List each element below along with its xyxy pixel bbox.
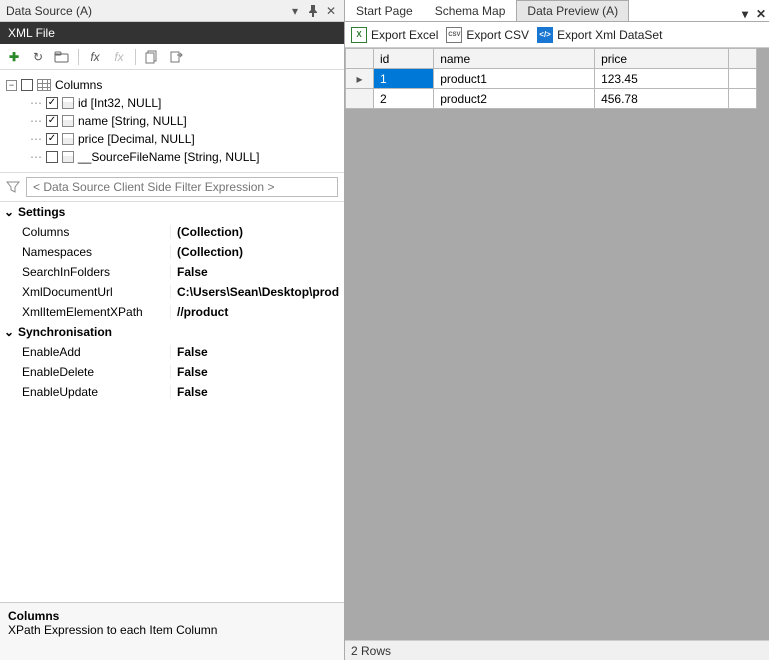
cell-price[interactable]: 456.78: [595, 89, 729, 109]
property-grid: ⌄Settings Columns(Collection) Namespaces…: [0, 202, 344, 602]
root-checkbox[interactable]: [21, 79, 33, 91]
pin-icon[interactable]: [306, 4, 320, 18]
column-label: id [Int32, NULL]: [78, 96, 161, 110]
table-icon: [37, 79, 51, 91]
columns-tree: − Columns ⋯ id [Int32, NULL] ⋯ name [Str…: [0, 70, 344, 172]
left-panel: Data Source (A) ▾ ✕ XML File ✚ ↻ fx fx −: [0, 0, 345, 660]
column-checkbox[interactable]: [46, 133, 58, 145]
table-row[interactable]: 2 product2 456.78: [346, 89, 757, 109]
col-header-price[interactable]: price: [595, 49, 729, 69]
cell-id[interactable]: 2: [374, 89, 434, 109]
help-box: Columns XPath Expression to each Item Co…: [0, 602, 344, 660]
export-icon[interactable]: [168, 49, 184, 65]
prop-row[interactable]: Namespaces(Collection): [0, 242, 344, 262]
prop-row[interactable]: EnableUpdateFalse: [0, 382, 344, 402]
left-toolbar: ✚ ↻ fx fx: [0, 44, 344, 70]
fx-icon[interactable]: fx: [87, 49, 103, 65]
column-icon: [62, 133, 74, 145]
row-count: 2 Rows: [351, 644, 391, 658]
add-column-icon[interactable]: ✚: [6, 49, 22, 65]
filter-input[interactable]: [26, 177, 338, 197]
tab-schema-map[interactable]: Schema Map: [424, 0, 517, 21]
column-label: __SourceFileName [String, NULL]: [78, 150, 259, 164]
cell-price[interactable]: 123.45: [595, 69, 729, 89]
export-xml-button[interactable]: </> Export Xml DataSet: [537, 27, 662, 43]
tab-data-preview[interactable]: Data Preview (A): [516, 0, 629, 21]
prop-row[interactable]: XmlDocumentUrlC:\Users\Sean\Desktop\prod: [0, 282, 344, 302]
dropdown-icon[interactable]: ▾: [288, 4, 302, 18]
close-icon[interactable]: ✕: [324, 4, 338, 18]
panel-title-text: Data Source (A): [6, 4, 92, 18]
column-icon: [62, 151, 74, 163]
tabs-dropdown-icon[interactable]: ▾: [737, 7, 753, 21]
col-header-extra[interactable]: [729, 49, 757, 69]
cell-id[interactable]: 1: [374, 69, 434, 89]
column-icon: [62, 115, 74, 127]
tree-item[interactable]: ⋯ price [Decimal, NULL]: [30, 130, 338, 148]
status-bar: 2 Rows: [345, 640, 769, 660]
sync-header[interactable]: ⌄Synchronisation: [0, 322, 344, 342]
data-grid[interactable]: id name price ▸ 1 product1 123.45 2 prod…: [345, 48, 757, 109]
export-toolbar: X Export Excel CSV Export CSV </> Export…: [345, 22, 769, 48]
column-icon: [62, 97, 74, 109]
tab-start-page[interactable]: Start Page: [345, 0, 424, 21]
prop-row[interactable]: XmlItemElementXPath//product: [0, 302, 344, 322]
browse-icon[interactable]: [54, 49, 70, 65]
cell-name[interactable]: product1: [434, 69, 595, 89]
source-type-label: XML File: [8, 26, 55, 40]
col-header-id[interactable]: id: [374, 49, 434, 69]
column-checkbox[interactable]: [46, 115, 58, 127]
export-excel-button[interactable]: X Export Excel: [351, 27, 438, 43]
data-grid-area: id name price ▸ 1 product1 123.45 2 prod…: [345, 48, 769, 640]
help-text: XPath Expression to each Item Column: [8, 623, 336, 637]
col-header-name[interactable]: name: [434, 49, 595, 69]
collapse-icon[interactable]: −: [6, 80, 17, 91]
export-csv-button[interactable]: CSV Export CSV: [446, 27, 529, 43]
filter-row: [0, 172, 344, 202]
tree-item[interactable]: ⋯ __SourceFileName [String, NULL]: [30, 148, 338, 166]
prop-row[interactable]: SearchInFoldersFalse: [0, 262, 344, 282]
column-label: price [Decimal, NULL]: [78, 132, 195, 146]
right-panel: Start Page Schema Map Data Preview (A) ▾…: [345, 0, 769, 660]
column-label: name [String, NULL]: [78, 114, 187, 128]
tree-item[interactable]: ⋯ id [Int32, NULL]: [30, 94, 338, 112]
row-indicator-icon: ▸: [346, 69, 374, 89]
source-type-bar: XML File: [0, 22, 344, 44]
chevron-down-icon: ⌄: [4, 325, 14, 339]
filter-icon[interactable]: [6, 180, 20, 194]
fx-dim-icon[interactable]: fx: [111, 49, 127, 65]
prop-row[interactable]: EnableAddFalse: [0, 342, 344, 362]
corner-cell[interactable]: [346, 49, 374, 69]
header-row: id name price: [346, 49, 757, 69]
prop-row[interactable]: Columns(Collection): [0, 222, 344, 242]
tab-bar: Start Page Schema Map Data Preview (A) ▾…: [345, 0, 769, 22]
cell-name[interactable]: product2: [434, 89, 595, 109]
panel-titlebar: Data Source (A) ▾ ✕: [0, 0, 344, 22]
refresh-icon[interactable]: ↻: [30, 49, 46, 65]
tree-item[interactable]: ⋯ name [String, NULL]: [30, 112, 338, 130]
prop-row[interactable]: EnableDeleteFalse: [0, 362, 344, 382]
tabs-close-icon[interactable]: ✕: [753, 7, 769, 21]
tree-root[interactable]: − Columns: [6, 76, 338, 94]
settings-header[interactable]: ⌄Settings: [0, 202, 344, 222]
column-checkbox[interactable]: [46, 97, 58, 109]
copy-icon[interactable]: [144, 49, 160, 65]
row-indicator: [346, 89, 374, 109]
chevron-down-icon: ⌄: [4, 205, 14, 219]
table-row[interactable]: ▸ 1 product1 123.45: [346, 69, 757, 89]
root-label: Columns: [55, 78, 102, 92]
column-checkbox[interactable]: [46, 151, 58, 163]
xml-icon: </>: [537, 27, 553, 43]
excel-icon: X: [351, 27, 367, 43]
csv-icon: CSV: [446, 27, 462, 43]
help-title: Columns: [8, 609, 336, 623]
